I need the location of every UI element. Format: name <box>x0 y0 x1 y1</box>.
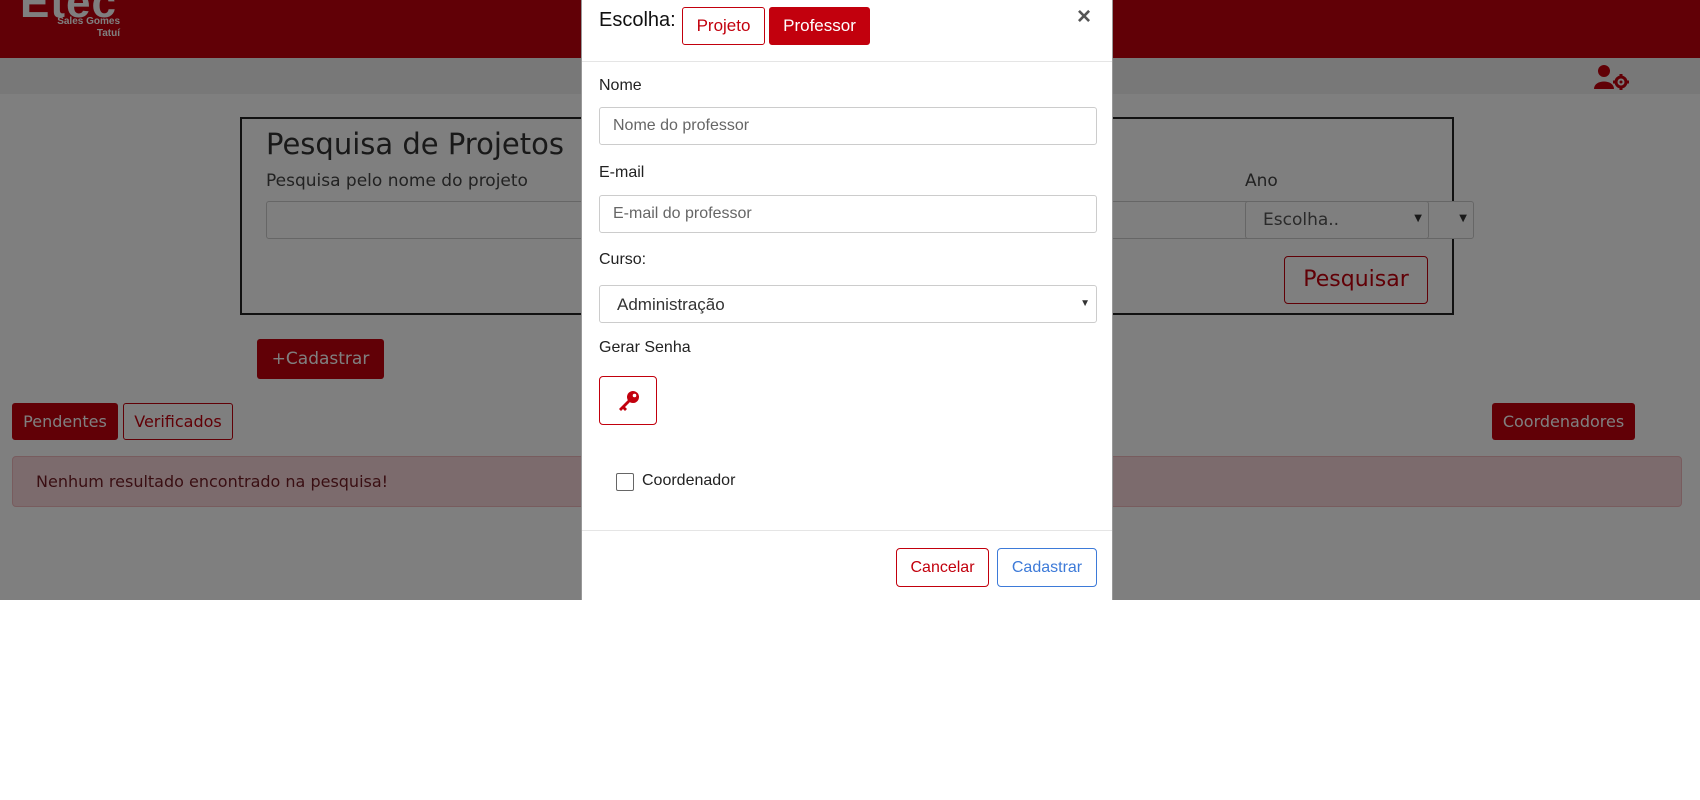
email-label: E-mail <box>599 164 645 181</box>
choose-label: Escolha: <box>599 9 676 31</box>
choice-teacher-button[interactable]: Professor <box>769 7 870 45</box>
name-label: Nome <box>599 77 642 94</box>
close-icon[interactable]: × <box>1077 3 1091 31</box>
generate-password-label: Gerar Senha <box>599 339 691 356</box>
teacher-name-input[interactable]: Nome do professor <box>599 107 1097 145</box>
register-teacher-modal: Escolha: Projeto Professor × Nome Nome d… <box>581 0 1113 600</box>
teacher-email-input[interactable]: E-mail do professor <box>599 195 1097 233</box>
cancel-button[interactable]: Cancelar <box>896 548 989 587</box>
modal-header: Escolha: Projeto Professor × <box>582 0 1112 62</box>
course-select[interactable]: Administração ▼ <box>599 285 1097 323</box>
coordinator-checkbox[interactable] <box>616 473 634 491</box>
course-select-value: Administração <box>617 295 725 314</box>
submit-register-button[interactable]: Cadastrar <box>997 548 1097 587</box>
generate-password-button[interactable] <box>599 376 657 425</box>
choice-project-button[interactable]: Projeto <box>682 7 765 45</box>
key-icon <box>619 391 639 411</box>
course-label: Curso: <box>599 251 647 268</box>
modal-footer: Cancelar Cadastrar <box>582 530 1112 600</box>
chevron-down-icon: ▼ <box>1080 298 1090 309</box>
coordinator-label: Coordenador <box>642 472 736 489</box>
